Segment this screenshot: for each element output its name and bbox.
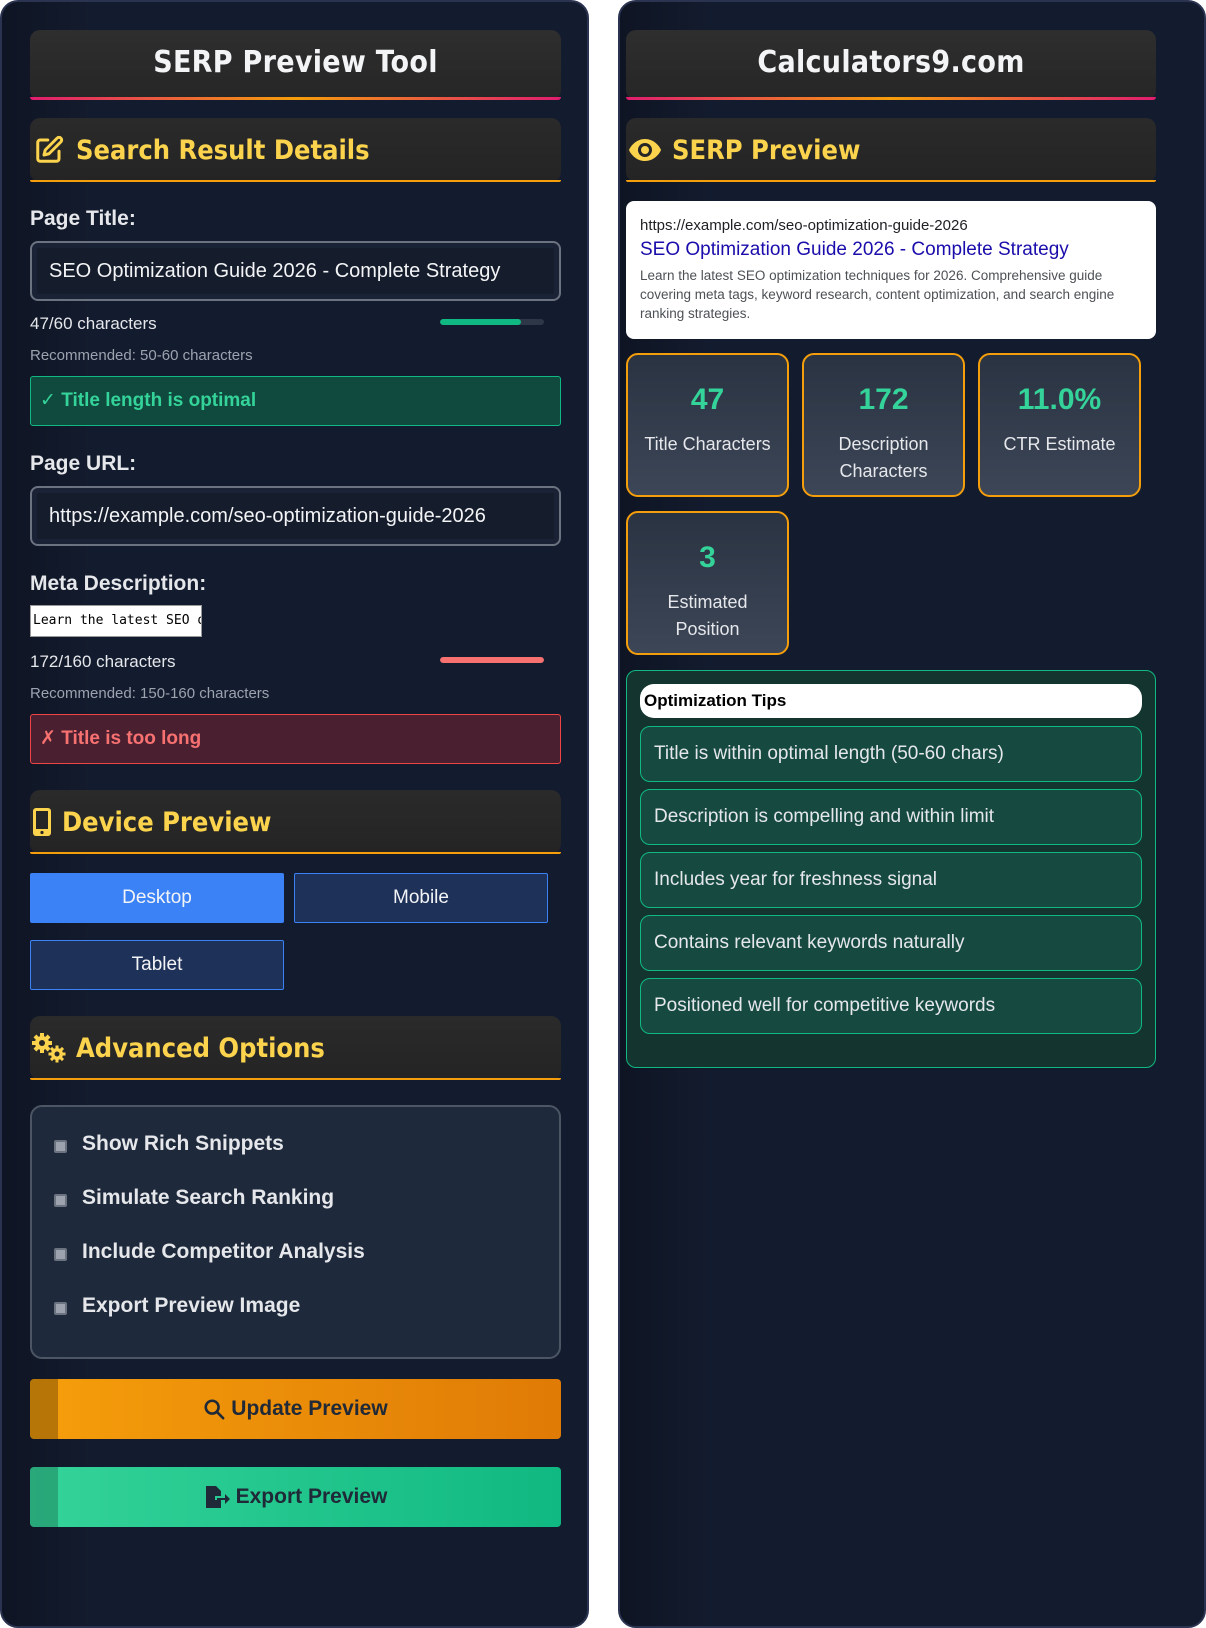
device-desktop-button[interactable]: Desktop <box>30 873 284 923</box>
serp-description: Learn the latest SEO optimization techni… <box>640 268 1115 321</box>
serp-title-link[interactable]: SEO Optimization Guide 2026 - Complete S… <box>640 239 1142 261</box>
rich-snippets-checkbox[interactable] <box>54 1139 67 1153</box>
title-status-message: ✓ Title length is optimal <box>30 376 561 426</box>
stat-description-characters: 172 Description Characters <box>802 353 965 497</box>
advanced-options-box: Show Rich Snippets Simulate Search Ranki… <box>30 1105 561 1359</box>
stat-title-characters: 47 Title Characters <box>626 353 789 497</box>
preview-section-header: SERP Preview <box>626 118 1156 182</box>
device-heading: Device Preview <box>62 806 272 838</box>
export-preview-button[interactable]: Export Preview <box>30 1467 561 1527</box>
site-title: Calculators9.com <box>626 30 1156 100</box>
stat-estimated-position: 3 Estimated Position <box>626 511 789 655</box>
update-preview-button[interactable]: Update Preview <box>30 1379 561 1439</box>
right-panel: Calculators9.com SERP Preview https://ex… <box>618 0 1206 1628</box>
option-rich-snippets[interactable]: Show Rich Snippets <box>54 1132 284 1156</box>
tip-item: Title is within optimal length (50-60 ch… <box>640 726 1142 782</box>
mobile-icon <box>30 803 54 841</box>
eye-icon <box>626 131 664 169</box>
device-section-header: Device Preview <box>30 790 561 854</box>
title-recommendation: Recommended: 50-60 characters <box>30 347 253 364</box>
tip-item: Includes year for freshness signal <box>640 852 1142 908</box>
left-panel: SERP Preview Tool Search Result Details … <box>0 0 589 1628</box>
description-status-message: ✗ Title is too long <box>30 714 561 764</box>
competitor-analysis-checkbox[interactable] <box>54 1247 67 1261</box>
tip-item: Positioned well for competitive keywords <box>640 978 1142 1034</box>
file-export-icon <box>204 1485 230 1509</box>
advanced-heading: Advanced Options <box>76 1032 325 1064</box>
option-simulate-ranking[interactable]: Simulate Search Ranking <box>54 1186 334 1210</box>
title-length-bar <box>440 319 544 325</box>
meta-description-textarea[interactable]: Learn the latest SEO o <box>30 605 202 637</box>
edit-icon <box>30 131 68 169</box>
optimization-tips-box: Optimization Tips Title is within optima… <box>626 670 1156 1068</box>
description-recommendation: Recommended: 150-160 characters <box>30 685 270 702</box>
gears-icon <box>30 1029 68 1067</box>
search-icon <box>203 1398 225 1420</box>
device-mobile-button[interactable]: Mobile <box>294 873 548 923</box>
tip-item: Description is compelling and within lim… <box>640 789 1142 845</box>
tool-title: SERP Preview Tool <box>30 30 561 100</box>
preview-heading: SERP Preview <box>672 134 861 166</box>
stat-ctr-estimate: 11.0% CTR Estimate <box>978 353 1141 497</box>
option-competitor-analysis[interactable]: Include Competitor Analysis <box>54 1240 365 1264</box>
serp-result-card: https://example.com/seo-optimization-gui… <box>626 201 1156 339</box>
meta-description-label: Meta Description: <box>30 572 207 595</box>
advanced-section-header: Advanced Options <box>30 1016 561 1080</box>
device-tablet-button[interactable]: Tablet <box>30 940 284 990</box>
option-export-image[interactable]: Export Preview Image <box>54 1294 300 1318</box>
page-url-label: Page URL: <box>30 452 137 475</box>
tips-heading: Optimization Tips <box>640 684 1142 718</box>
serp-url: https://example.com/seo-optimization-gui… <box>640 217 968 234</box>
page-title-label: Page Title: <box>30 207 136 230</box>
simulate-ranking-checkbox[interactable] <box>54 1193 67 1207</box>
description-length-bar <box>440 657 544 663</box>
page-url-input[interactable]: https://example.com/seo-optimization-gui… <box>30 486 561 546</box>
details-heading: Search Result Details <box>76 134 370 166</box>
page-title-input[interactable]: SEO Optimization Guide 2026 - Complete S… <box>30 241 561 301</box>
details-section-header: Search Result Details <box>30 118 561 182</box>
export-image-checkbox[interactable] <box>54 1301 67 1315</box>
tip-item: Contains relevant keywords naturally <box>640 915 1142 971</box>
